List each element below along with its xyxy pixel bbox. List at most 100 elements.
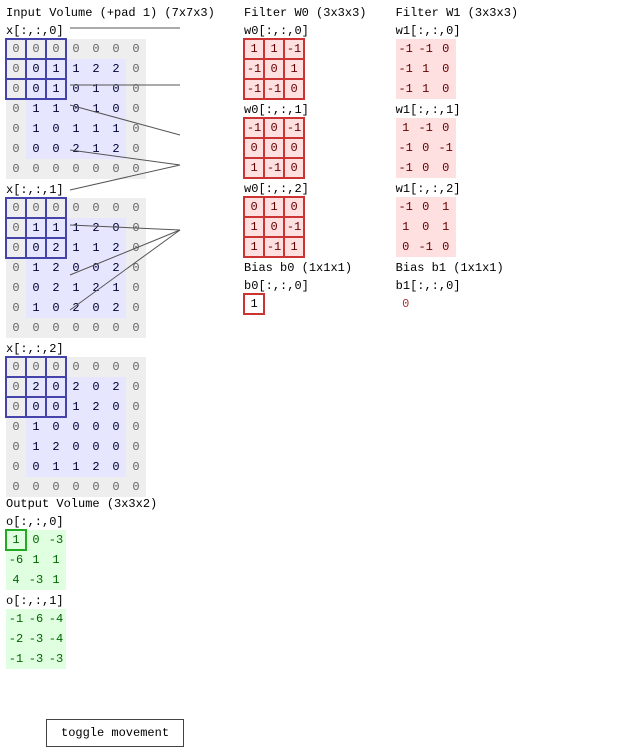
input-cell: 1 xyxy=(86,139,106,159)
input-cell: 1 xyxy=(46,99,66,119)
input-cell: 1 xyxy=(46,218,66,238)
input-cell: 0 xyxy=(66,357,86,377)
filter1-column: Filter W1 (3x3x3) w1[:,:,0]-1-10-110-110… xyxy=(396,6,518,314)
input-cell: 2 xyxy=(46,258,66,278)
input-cell: 1 xyxy=(26,417,46,437)
input-cell: 2 xyxy=(106,139,126,159)
out-slice: -1-6-4-2-3-4-1-3-3 xyxy=(6,609,66,669)
input-slice: 0000000001122000101000110100010111000021… xyxy=(6,39,146,179)
input-cell: 0 xyxy=(126,477,146,497)
input-cell: 0 xyxy=(126,139,146,159)
w1-cell: 0 xyxy=(416,197,436,217)
bias0-cell: 1 xyxy=(244,294,264,314)
w0-cell: -1 xyxy=(264,79,284,99)
w1-cell: -1 xyxy=(416,39,436,59)
input-cell: 0 xyxy=(86,198,106,218)
input-cell: 1 xyxy=(26,218,46,238)
input-cell: 0 xyxy=(26,318,46,338)
input-cell: 1 xyxy=(26,99,46,119)
input-cell: 0 xyxy=(126,457,146,477)
input-cell: 0 xyxy=(86,298,106,318)
w0-cell: 1 xyxy=(244,39,264,59)
out-cell: -6 xyxy=(26,609,46,629)
input-cell: 0 xyxy=(126,298,146,318)
w0-slice: -10-10001-10 xyxy=(244,118,304,178)
input-cell: 0 xyxy=(126,159,146,179)
input-cell: 2 xyxy=(86,59,106,79)
out-cell: 4 xyxy=(6,570,26,590)
input-cell: 0 xyxy=(126,198,146,218)
bias0-label: b0[:,:,0] xyxy=(244,279,366,293)
output-column: Output Volume (3x3x2) o[:,:,0]10-3-6114-… xyxy=(6,497,184,747)
w0-cell: 0 xyxy=(284,138,304,158)
input-cell: 0 xyxy=(106,477,126,497)
input-cell: 1 xyxy=(66,397,86,417)
input-cell: 0 xyxy=(86,318,106,338)
w0-label: w0[:,:,1] xyxy=(244,103,366,117)
input-cell: 2 xyxy=(106,258,126,278)
w1-label: w1[:,:,1] xyxy=(396,103,518,117)
input-cell: 0 xyxy=(46,318,66,338)
w0-cell: -1 xyxy=(284,118,304,138)
bias1-grid: 0 xyxy=(396,294,416,314)
w0-cell: 0 xyxy=(264,118,284,138)
w0-cell: 0 xyxy=(244,138,264,158)
bias1-cell: 0 xyxy=(396,294,416,314)
w0-slice: 01010-11-11 xyxy=(244,197,304,257)
w0-label: w0[:,:,0] xyxy=(244,24,366,38)
out-cell: -3 xyxy=(26,629,46,649)
input-cell: 1 xyxy=(26,437,46,457)
w1-cell: 0 xyxy=(416,217,436,237)
w1-label: w1[:,:,0] xyxy=(396,24,518,38)
input-cell: 0 xyxy=(26,79,46,99)
input-cell: 0 xyxy=(106,417,126,437)
w1-cell: 1 xyxy=(436,197,456,217)
input-cell: 1 xyxy=(86,79,106,99)
w0-cell: -1 xyxy=(244,118,264,138)
input-volume: x[:,:,0]00000000011220001010001101000101… xyxy=(6,24,215,497)
out-cell: -1 xyxy=(6,609,26,629)
input-cell: 0 xyxy=(86,377,106,397)
w0-cell: -1 xyxy=(264,237,284,257)
input-cell: 1 xyxy=(106,278,126,298)
input-cell: 0 xyxy=(86,159,106,179)
w0-cell: 0 xyxy=(284,79,304,99)
input-cell: 0 xyxy=(106,318,126,338)
input-cell: 0 xyxy=(46,198,66,218)
input-cell: 1 xyxy=(66,119,86,139)
w1-cell: 0 xyxy=(416,138,436,158)
toggle-movement-button[interactable]: toggle movement xyxy=(46,719,184,747)
input-cell: 0 xyxy=(66,99,86,119)
filter-w1: w1[:,:,0]-1-10-110-110w1[:,:,1]1-10-10-1… xyxy=(396,24,518,257)
w1-cell: -1 xyxy=(436,138,456,158)
input-cell: 0 xyxy=(6,258,26,278)
w1-cell: -1 xyxy=(396,79,416,99)
w1-slice: -1011010-10 xyxy=(396,197,456,257)
w1-cell: -1 xyxy=(396,138,416,158)
w1-cell: 1 xyxy=(396,118,416,138)
input-cell: 1 xyxy=(66,59,86,79)
out-cell: -6 xyxy=(6,550,26,570)
input-cell: 2 xyxy=(66,298,86,318)
input-cell: 1 xyxy=(46,79,66,99)
filter1-title: Filter W1 (3x3x3) xyxy=(396,6,518,20)
output-volume: o[:,:,0]10-3-6114-31o[:,:,1]-1-6-4-2-3-4… xyxy=(6,515,184,669)
input-cell: 0 xyxy=(6,278,26,298)
bias0-grid: 1 xyxy=(244,294,264,314)
w0-cell: -1 xyxy=(284,217,304,237)
input-cell: 0 xyxy=(46,397,66,417)
input-cell: 1 xyxy=(26,298,46,318)
out-cell: 1 xyxy=(46,570,66,590)
w1-cell: -1 xyxy=(396,59,416,79)
input-cell: 0 xyxy=(6,437,26,457)
input-cell: 0 xyxy=(6,119,26,139)
input-cell: 0 xyxy=(126,377,146,397)
out-cell: 1 xyxy=(6,530,26,550)
input-cell: 0 xyxy=(6,79,26,99)
w1-cell: 1 xyxy=(416,79,436,99)
input-cell: 0 xyxy=(6,477,26,497)
input-cell: 0 xyxy=(126,318,146,338)
input-cell: 0 xyxy=(6,99,26,119)
w1-slice: 1-10-10-1-100 xyxy=(396,118,456,178)
bias1-title: Bias b1 (1x1x1) xyxy=(396,261,518,275)
